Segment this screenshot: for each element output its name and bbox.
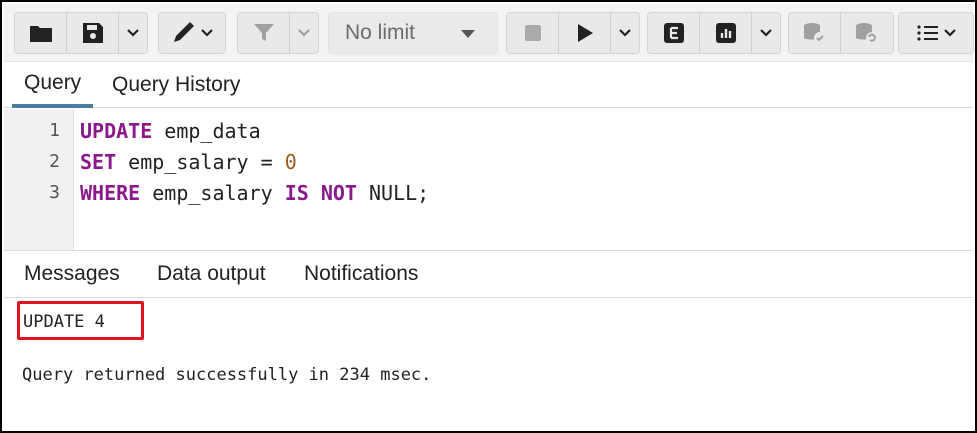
rollback-icon — [856, 23, 878, 44]
row-limit-select[interactable]: No limit — [328, 12, 498, 54]
rollback-button[interactable] — [841, 13, 893, 53]
explain-analyze-button[interactable] — [700, 13, 752, 53]
folder-icon — [29, 26, 52, 42]
row-limit-value: No limit — [345, 21, 416, 44]
pen-icon — [173, 22, 194, 42]
sql-text: emp_salary = — [116, 150, 285, 174]
execute-button[interactable] — [559, 13, 611, 53]
save-file-button[interactable] — [67, 13, 119, 53]
edit-button-group — [158, 12, 226, 54]
tab-data-output-label: Data output — [157, 262, 266, 285]
explain-button-group — [647, 12, 781, 54]
explain-button[interactable] — [648, 13, 700, 53]
execute-button-group — [506, 12, 640, 54]
chevron-down-icon — [200, 29, 213, 37]
filter-button-group — [237, 12, 319, 54]
sql-keyword: WHERE — [80, 181, 141, 205]
tab-messages[interactable]: Messages — [24, 251, 120, 297]
save-options-dropdown[interactable] — [119, 13, 147, 53]
play-icon — [577, 24, 593, 42]
sql-text: emp_data — [152, 119, 261, 143]
sql-editor[interactable]: 1 2 3 UPDATE emp_data SET emp_salary = 0… — [4, 109, 973, 250]
open-file-button[interactable] — [15, 13, 67, 53]
tab-data-output[interactable]: Data output — [157, 251, 266, 297]
sql-text: NULL; — [356, 181, 430, 205]
tab-query[interactable]: Query — [12, 62, 94, 108]
macros-button[interactable] — [899, 13, 973, 53]
chevron-down-icon — [760, 29, 772, 37]
result-message: UPDATE 4 — [23, 312, 105, 332]
transaction-button-group — [788, 12, 894, 54]
explain-analyze-icon — [715, 23, 736, 43]
explain-options-dropdown[interactable] — [752, 13, 780, 53]
line-number: 2 — [49, 151, 60, 172]
edit-menu-button[interactable] — [159, 13, 225, 53]
sql-keyword: UPDATE — [80, 119, 153, 143]
sql-keyword: IS NOT — [284, 181, 357, 205]
explain-icon — [663, 23, 684, 43]
macros-icon — [916, 25, 938, 41]
macros-button-group — [898, 12, 974, 54]
line-number: 1 — [49, 120, 60, 141]
tab-notifications[interactable]: Notifications — [304, 251, 418, 297]
line-number: 3 — [49, 182, 60, 203]
code-line: SET emp_salary = 0 — [80, 150, 297, 174]
code-line: UPDATE emp_data — [80, 119, 261, 143]
filter-icon — [253, 24, 274, 41]
sql-text: emp_salary — [140, 181, 285, 205]
sql-number: 0 — [284, 150, 297, 174]
chevron-down-icon — [619, 29, 631, 37]
code-line: WHERE emp_salary IS NOT NULL; — [80, 181, 429, 205]
editor-tabs: Query Query History — [4, 62, 973, 108]
execute-options-dropdown[interactable] — [611, 13, 639, 53]
app-window: No limit Query Query History 1 2 3 UPDAT… — [0, 0, 977, 433]
tab-messages-label: Messages — [24, 262, 120, 285]
line-number-gutter: 1 2 3 — [4, 109, 74, 250]
tab-query-label: Query — [24, 71, 82, 94]
result-tabs: Messages Data output Notifications — [4, 250, 973, 298]
tab-notifications-label: Notifications — [304, 262, 419, 285]
sql-keyword: SET — [80, 150, 117, 174]
chevron-down-icon — [943, 29, 956, 37]
chevron-down-icon — [127, 29, 139, 37]
stop-button[interactable] — [507, 13, 559, 53]
stop-icon — [524, 25, 541, 41]
caret-down-icon — [461, 30, 475, 38]
filter-options-dropdown[interactable] — [290, 13, 318, 53]
chevron-down-icon — [298, 29, 310, 37]
toolbar: No limit — [4, 4, 974, 62]
commit-icon — [803, 23, 826, 44]
tab-query-history-label: Query History — [112, 73, 241, 96]
save-icon — [82, 23, 103, 43]
filter-button[interactable] — [238, 13, 290, 53]
status-message: Query returned successfully in 234 msec. — [22, 365, 432, 385]
messages-panel: UPDATE 4 Query returned successfully in … — [4, 299, 973, 431]
tab-query-history[interactable]: Query History — [112, 62, 240, 108]
file-button-group — [14, 12, 148, 54]
commit-button[interactable] — [789, 13, 841, 53]
